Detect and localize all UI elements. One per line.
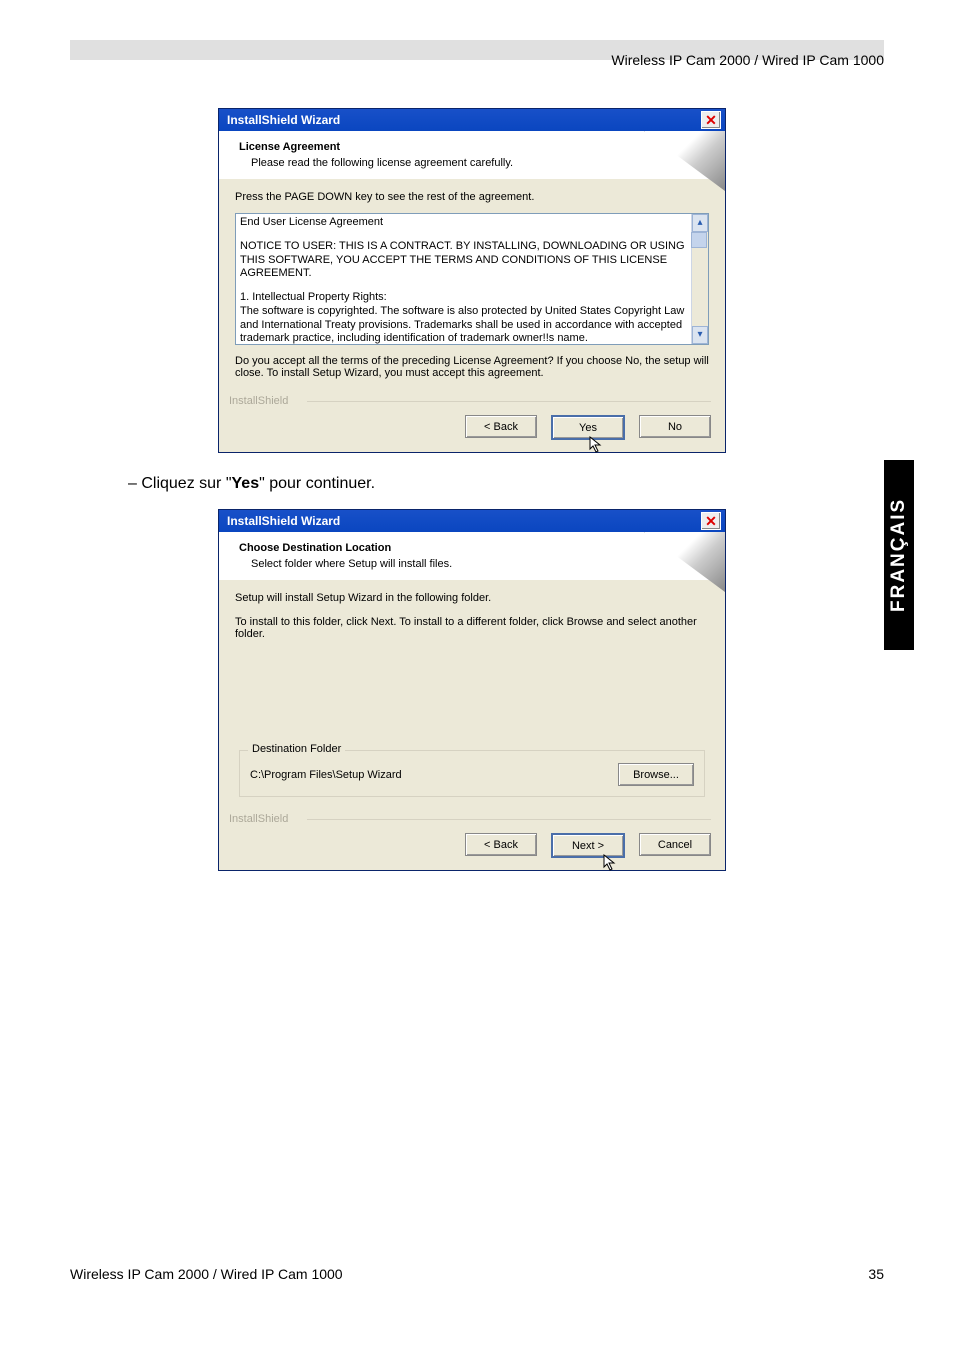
instruction-bold: Yes <box>232 475 260 492</box>
back-button[interactable]: < Back <box>465 415 537 438</box>
install-line1: Setup will install Setup Wizard in the f… <box>235 592 709 604</box>
eula-line: NOTICE TO USER: THIS IS A CONTRACT. BY I… <box>240 240 690 281</box>
scroll-thumb[interactable] <box>691 232 707 248</box>
titlebar[interactable]: InstallShield Wizard ✕ <box>219 109 725 131</box>
scroll-up-icon[interactable]: ▴ <box>692 214 708 232</box>
eula-line: The software is copyrighted. The softwar… <box>240 305 690 345</box>
page-number: 35 <box>868 1266 884 1282</box>
close-icon[interactable]: ✕ <box>701 512 721 530</box>
pagedown-hint: Press the PAGE DOWN key to see the rest … <box>235 191 709 203</box>
instruction-text: – Cliquez sur "Yes" pour continuer. <box>128 475 748 493</box>
close-icon[interactable]: ✕ <box>701 111 721 129</box>
cursor-icon <box>603 854 617 872</box>
footer-title: Wireless IP Cam 2000 / Wired IP Cam 1000 <box>70 1266 343 1282</box>
destination-dialog: InstallShield Wizard ✕ Choose Destinatio… <box>218 509 726 871</box>
window-title: InstallShield Wizard <box>227 514 340 528</box>
eula-line: 1. Intellectual Property Rights: <box>240 291 690 305</box>
destination-legend: Destination Folder <box>248 743 345 755</box>
brand-label: InstallShield <box>229 813 725 825</box>
header-title: Wireless IP Cam 2000 / Wired IP Cam 1000 <box>611 52 884 68</box>
dialog-subheading: Select folder where Setup will install f… <box>251 558 711 570</box>
accept-question: Do you accept all the terms of the prece… <box>235 355 709 379</box>
back-button[interactable]: < Back <box>465 833 537 856</box>
browse-button[interactable]: Browse... <box>618 763 694 786</box>
destination-fieldset: Destination Folder C:\Program Files\Setu… <box>239 750 705 797</box>
no-button[interactable]: No <box>639 415 711 438</box>
brand-label: InstallShield <box>229 395 725 407</box>
dialog-subheading: Please read the following license agreem… <box>251 157 711 169</box>
eula-textbox[interactable]: End User License Agreement NOTICE TO USE… <box>235 213 709 345</box>
instruction-prefix: – Cliquez sur " <box>128 475 232 492</box>
cancel-button[interactable]: Cancel <box>639 833 711 856</box>
titlebar[interactable]: InstallShield Wizard ✕ <box>219 510 725 532</box>
instruction-suffix: " pour continuer. <box>259 475 375 492</box>
scrollbar[interactable]: ▴ ▾ <box>691 214 708 344</box>
cursor-icon <box>589 436 603 454</box>
install-line2: To install to this folder, click Next. T… <box>235 616 709 640</box>
eula-line: End User License Agreement <box>240 216 690 230</box>
window-title: InstallShield Wizard <box>227 113 340 127</box>
yes-button[interactable]: Yes <box>551 415 625 440</box>
scroll-down-icon[interactable]: ▾ <box>692 326 708 344</box>
license-dialog: InstallShield Wizard ✕ License Agreement… <box>218 108 726 453</box>
dialog-header-panel: Choose Destination Location Select folde… <box>219 532 725 580</box>
destination-path: C:\Program Files\Setup Wizard <box>250 769 402 781</box>
dialog-heading: License Agreement <box>239 141 711 153</box>
language-tab: FRANÇAIS <box>884 460 914 650</box>
dialog-header-panel: License Agreement Please read the follow… <box>219 131 725 179</box>
dialog-heading: Choose Destination Location <box>239 542 711 554</box>
